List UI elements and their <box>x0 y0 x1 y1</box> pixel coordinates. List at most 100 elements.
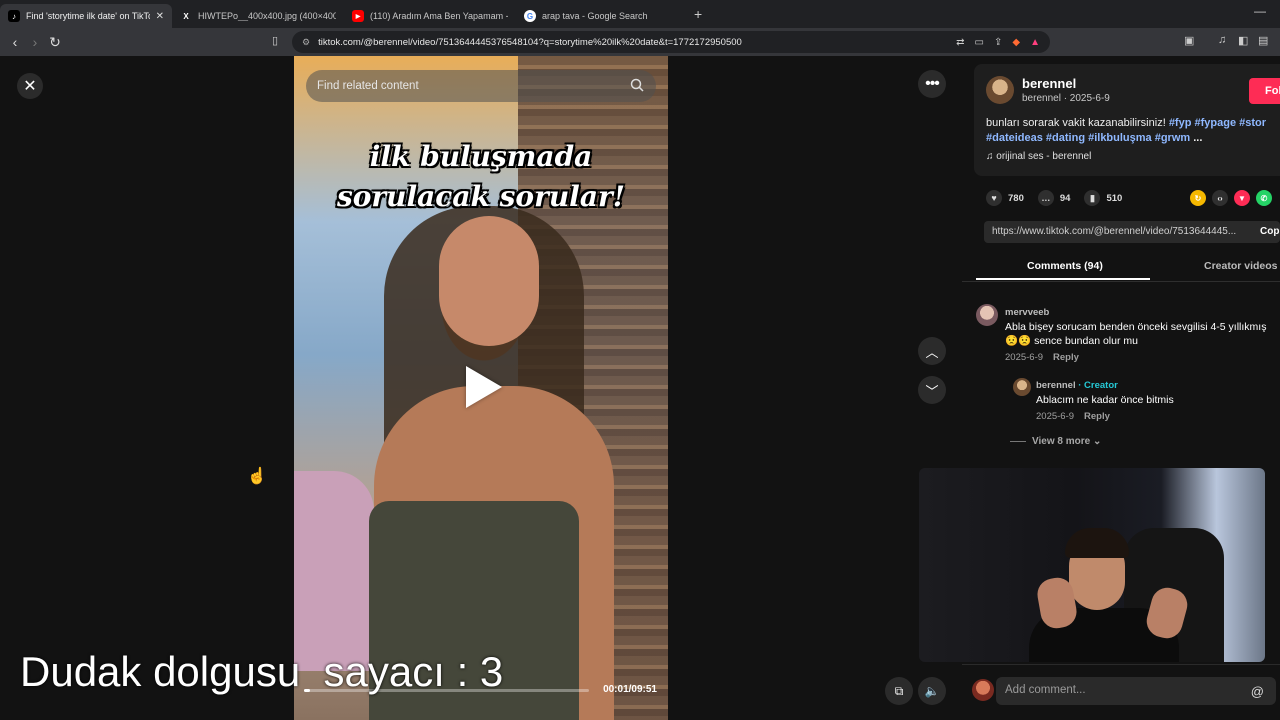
sidebar-toggle-icon[interactable]: ▣ <box>1184 34 1194 47</box>
search-placeholder: Find related content <box>317 80 419 92</box>
comment-count: 94 <box>1059 192 1071 204</box>
send-icon[interactable]: ▼ <box>1234 190 1250 206</box>
reader-icon[interactable]: ◧ <box>1238 34 1248 47</box>
reply-button[interactable]: Reply <box>1084 411 1110 422</box>
comment-input[interactable]: Add comment... @ <box>996 677 1276 705</box>
follow-button[interactable]: Fol <box>1249 78 1280 104</box>
tab-title: HIWTEPo__400x400.jpg (400×400) <box>198 11 336 21</box>
mouse-cursor-icon: ☝ <box>247 468 267 485</box>
video-pink-object <box>294 471 374 671</box>
pip-icon[interactable]: ⧉ <box>885 677 913 705</box>
browser-tab-youtube[interactable]: ▶ (110) Aradım Ama Ben Yapamam - Yo <box>344 4 516 28</box>
comment-text-line2: 😟😟 sence bundan olur mu <box>1005 335 1138 347</box>
music-title: orijinal ses - berennel <box>996 151 1092 162</box>
like-button[interactable]: ♥ 780 <box>986 190 1024 206</box>
tab-title: arap tava - Google Search <box>542 11 648 21</box>
tab-title: Find 'storytime ilk date' on TikTo <box>26 11 150 21</box>
post-description: bunları sorarak vakit kazanabilirsiniz! … <box>986 116 1280 146</box>
search-icon[interactable] <box>630 78 644 92</box>
tiktok-favicon-icon: ♪ <box>8 10 20 22</box>
music-info[interactable]: ♫ orijinal ses - berennel <box>986 151 1091 162</box>
media-icon[interactable]: ♫ <box>1218 34 1226 46</box>
video-player[interactable]: Find related content ilk buluşmada sorul… <box>294 56 668 720</box>
tiktok-video-page: ✕ Find related content ilk buluşmada sor… <box>0 56 1280 720</box>
youtube-favicon-icon: ▶ <box>352 10 364 22</box>
video-caption-line1: ilk buluşmada <box>369 140 593 173</box>
share-page-icon[interactable]: ⇪ <box>994 37 1002 48</box>
description-ellipsis[interactable]: ... <box>1190 132 1202 144</box>
divider <box>1010 440 1026 442</box>
wallet-icon[interactable]: ▤ <box>1258 34 1268 47</box>
cast-icon[interactable]: ▭ <box>975 37 984 48</box>
url-text: tiktok.com/@berennel/video/7513644445376… <box>318 36 742 48</box>
author-meta: berennel · 2025-6-9 <box>1022 93 1110 104</box>
description-text: bunları sorarak vakit kazanabilirsiniz! <box>986 117 1169 129</box>
brave-rewards-icon[interactable]: ▲ <box>1030 37 1040 48</box>
next-video-button[interactable]: ﹀ <box>918 376 946 404</box>
more-options-button[interactable]: ••• <box>918 70 946 98</box>
view-more-label: View 8 more <box>1032 436 1091 447</box>
play-icon[interactable] <box>466 366 502 408</box>
close-tab-icon[interactable]: ✕ <box>156 11 164 22</box>
heart-icon: ♥ <box>986 190 1002 206</box>
browser-tab-tiktok[interactable]: ♪ Find 'storytime ilk date' on TikTo ✕ <box>0 4 172 28</box>
hashtags-line2[interactable]: #dateideas #dating #ilkbuluşma #grwm <box>986 132 1190 144</box>
tab-title: (110) Aradım Ama Ben Yapamam - Yo <box>370 11 508 21</box>
reply-button[interactable]: Reply <box>1053 352 1079 363</box>
video-link-field[interactable]: https://www.tiktok.com/@berennel/video/7… <box>984 221 1280 243</box>
site-info-icon[interactable]: ⚙ <box>302 37 310 48</box>
mention-icon[interactable]: @ <box>1251 684 1264 699</box>
reply-author[interactable]: berennel <box>1036 380 1076 391</box>
browser-tab-strip: ♪ Find 'storytime ilk date' on TikTo ✕ X… <box>0 0 1280 28</box>
browser-tab-image[interactable]: X HIWTEPo__400x400.jpg (400×400) <box>172 4 344 28</box>
comment-button[interactable]: … 94 <box>1037 190 1071 206</box>
comment-text-line1: Abla bişey sorucam benden önceki sevgili… <box>1005 321 1267 333</box>
reply-avatar[interactable] <box>1013 378 1031 396</box>
volume-icon[interactable]: 🔈 <box>918 677 946 705</box>
view-more-replies[interactable]: View 8 more ⌄ <box>1010 436 1101 447</box>
like-count: 780 <box>1008 192 1024 204</box>
author-avatar[interactable] <box>986 76 1014 104</box>
tab-comments[interactable]: Comments (94) <box>1027 260 1103 272</box>
engagement-stats: ♥ 780 … 94 ▮ 510 <box>986 188 1136 208</box>
active-tab-indicator <box>976 278 1150 280</box>
bookmark-icon[interactable]: ▯ <box>272 34 278 47</box>
copy-link-button[interactable]: Cop <box>1260 221 1279 243</box>
whatsapp-icon[interactable]: ✆ <box>1256 190 1272 206</box>
brave-shield-icon[interactable]: ◆ <box>1012 37 1020 48</box>
repost-icon[interactable]: ↻ <box>1190 190 1206 206</box>
browser-tab-google[interactable]: G arap tava - Google Search <box>516 4 688 28</box>
close-video-button[interactable]: ✕ <box>17 73 43 99</box>
save-count: 510 <box>1106 192 1123 204</box>
new-tab-icon[interactable]: + <box>694 6 702 22</box>
forward-icon[interactable]: › <box>25 34 45 50</box>
reply-item: berennel · Creator Ablacım ne kadar önce… <box>1036 380 1174 422</box>
streamer-hair <box>1065 528 1129 558</box>
address-bar[interactable]: ⚙ tiktok.com/@berennel/video/75136444453… <box>292 31 1050 53</box>
comment-icon: … <box>1037 190 1054 206</box>
hashtags-line1[interactable]: #fyp #fypage #stor <box>1169 117 1266 129</box>
author-username[interactable]: berennel <box>1022 76 1076 91</box>
stream-counter-overlay: Dudak dolgusu sayacı : 3 <box>20 648 504 695</box>
translate-icon[interactable]: ⇄ <box>956 37 964 48</box>
previous-video-button[interactable]: ︿ <box>918 337 946 365</box>
tab-creator-videos[interactable]: Creator videos <box>1204 260 1278 272</box>
comment-date: 2025-6-9 <box>1005 352 1044 363</box>
minimize-window-icon[interactable]: — <box>1254 4 1266 18</box>
browser-toolbar: ‹ › ↻ ▯ ⚙ tiktok.com/@berennel/video/751… <box>0 28 1280 56</box>
video-face <box>439 216 539 346</box>
video-time: 00:01/09:51 <box>603 684 657 695</box>
embed-icon[interactable]: ‹› <box>1212 190 1228 206</box>
post-info-card: berennel berennel · 2025-6-9 Fol bunları… <box>974 64 1280 176</box>
bookmark-icon: ▮ <box>1084 190 1101 206</box>
reload-icon[interactable]: ↻ <box>45 34 65 51</box>
reply-date: 2025-6-9 <box>1036 411 1075 422</box>
comment-item: mervveeb Abla bişey sorucam benden öncek… <box>1005 307 1266 363</box>
commenter-avatar[interactable] <box>976 304 998 326</box>
save-button[interactable]: ▮ 510 <box>1084 190 1122 206</box>
comment-author[interactable]: mervveeb <box>1005 307 1266 318</box>
back-icon[interactable]: ‹ <box>5 34 25 50</box>
reply-text: Ablacım ne kadar önce bitmis <box>1036 394 1174 406</box>
find-related-search[interactable]: Find related content <box>306 70 656 102</box>
comment-input-placeholder: Add comment... <box>1005 684 1086 696</box>
